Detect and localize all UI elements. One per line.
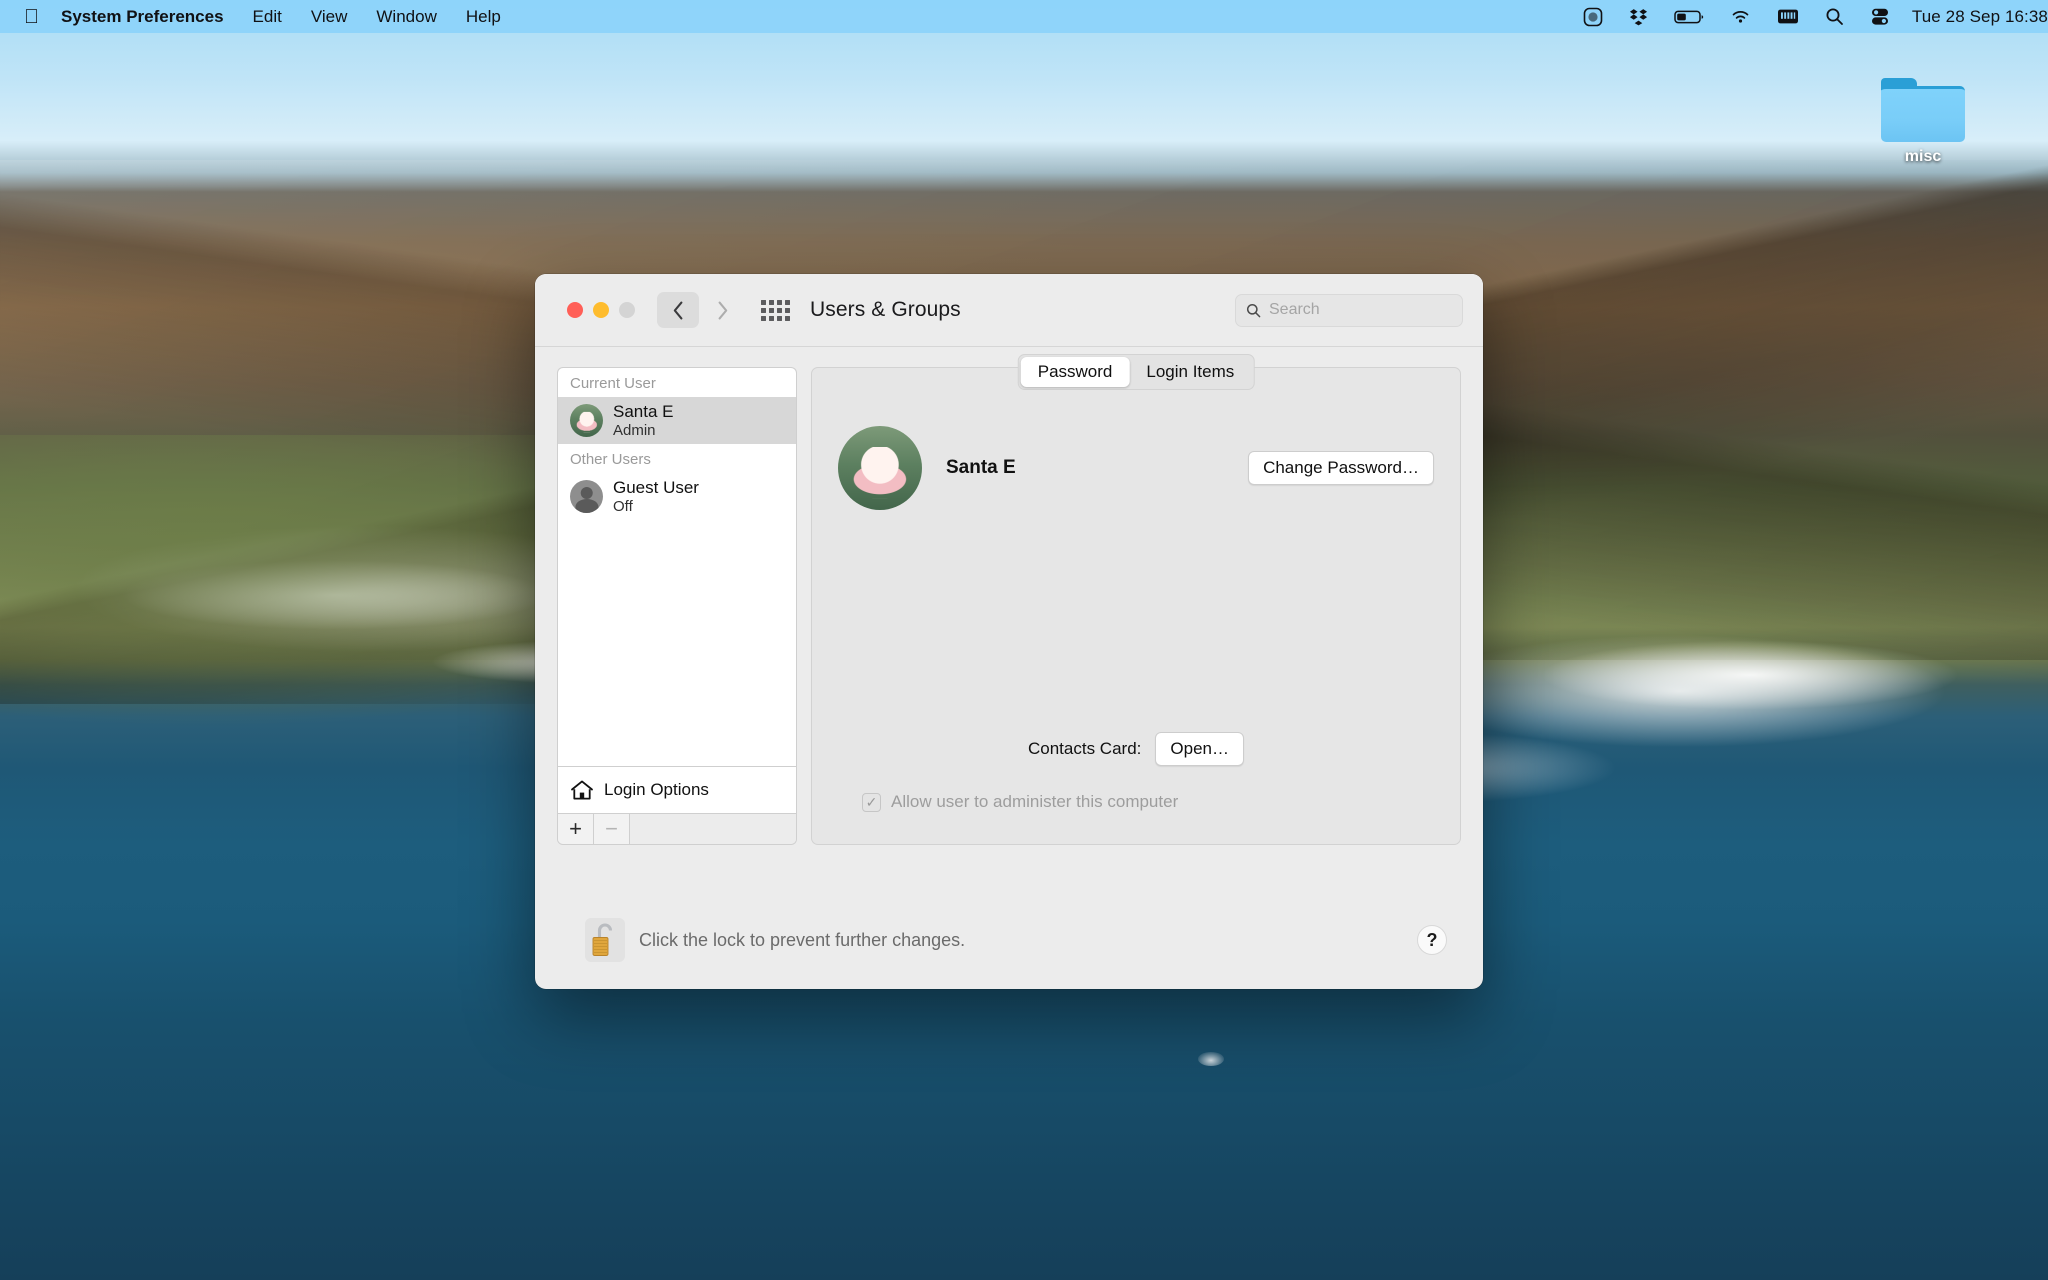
sidebar-item-guest-user[interactable]: Guest User Off (558, 473, 796, 520)
search-icon (1246, 303, 1261, 318)
sidebar-toolbar: + − (557, 814, 797, 845)
sidebar-item-santa-e[interactable]: Santa E Admin (558, 397, 796, 444)
sidebar-group-header-current-user: Current User (558, 368, 796, 397)
desktop-folder-label: misc (1905, 148, 1941, 166)
minimize-button[interactable] (593, 302, 609, 318)
lotus-avatar (570, 404, 603, 437)
users-list: Current User Santa E Admin Other Users (557, 367, 797, 766)
sidebar-user-name: Guest User (613, 478, 699, 498)
lotus-petals (573, 412, 599, 432)
remove-user-button: − (594, 814, 630, 844)
desktop-folder-misc[interactable]: misc (1868, 78, 1978, 166)
user-full-name: Santa E (946, 457, 1016, 479)
guest-silhouette-avatar (570, 480, 603, 513)
zoom-button[interactable] (619, 302, 635, 318)
wifi-icon[interactable] (1730, 9, 1751, 25)
user-header-row: Santa E Change Password… (838, 426, 1434, 510)
boat (1198, 1052, 1224, 1066)
battery-icon[interactable] (1674, 9, 1704, 25)
menu-item-help[interactable]: Help (466, 7, 501, 27)
administer-computer-row: ✓ Allow user to administer this computer (862, 792, 1178, 812)
cloud (1540, 640, 1960, 710)
folder-body (1881, 86, 1965, 142)
sidebar-user-role: Admin (613, 422, 674, 440)
close-button[interactable] (567, 302, 583, 318)
search-placeholder: Search (1269, 301, 1320, 319)
sidebar-user-name: Santa E (613, 402, 674, 422)
traffic-lights (567, 302, 635, 318)
chevron-right-icon (717, 301, 728, 320)
window-footer: Click the lock to prevent further change… (535, 891, 1483, 989)
open-contacts-card-button[interactable]: Open… (1155, 732, 1244, 766)
lock-button[interactable]: Click the lock to prevent further change… (585, 918, 965, 962)
users-and-groups-window: Users & Groups Search Current User Santa (535, 274, 1483, 989)
chevron-left-icon (673, 301, 684, 320)
unlocked-padlock-icon (585, 918, 625, 962)
tab-password[interactable]: Password (1021, 357, 1130, 387)
folder-icon (1881, 78, 1965, 142)
keyboard-input-icon[interactable] (1777, 8, 1799, 25)
sidebar-user-role: Off (613, 498, 699, 516)
cloud (120, 560, 550, 630)
menu-item-view[interactable]: View (311, 7, 348, 27)
help-button[interactable]: ? (1417, 925, 1447, 955)
password-panel: Password Login Items Santa E Change Pass… (811, 367, 1461, 845)
home-icon (570, 779, 594, 801)
forward-button[interactable] (701, 292, 743, 328)
login-options-label: Login Options (604, 780, 709, 800)
contacts-card-row: Contacts Card: Open… (812, 732, 1460, 766)
administer-checkbox-label: Allow user to administer this computer (891, 792, 1178, 812)
search-input[interactable]: Search (1235, 294, 1463, 327)
padlock-shape (590, 919, 620, 959)
sidebar-user-text: Guest User Off (613, 478, 699, 516)
apple-logo-icon[interactable]:  (24, 7, 39, 27)
sidebar-toolbar-filler (630, 814, 796, 844)
add-user-button[interactable]: + (558, 814, 594, 844)
change-password-button[interactable]: Change Password… (1248, 451, 1434, 485)
dropbox-icon[interactable] (1629, 7, 1648, 26)
menu-bar:  System Preferences Edit View Window He… (0, 0, 2048, 33)
users-sidebar: Current User Santa E Admin Other Users (557, 367, 797, 845)
navigation-buttons (657, 292, 743, 328)
contacts-card-label: Contacts Card: (1028, 739, 1141, 759)
sidebar-user-text: Santa E Admin (613, 402, 674, 440)
window-title: Users & Groups (810, 298, 961, 322)
menu-item-system-preferences[interactable]: System Preferences (61, 7, 224, 27)
show-all-grid-icon[interactable] (761, 300, 790, 321)
menu-item-window[interactable]: Window (376, 7, 436, 27)
administer-checkbox: ✓ (862, 793, 881, 812)
menubar-clock[interactable]: Tue 28 Sep 16:38 (1912, 7, 2048, 27)
avatar-head (580, 487, 593, 500)
spotlight-search-icon[interactable] (1825, 7, 1844, 26)
sidebar-group-header-other-users: Other Users (558, 444, 796, 473)
back-button[interactable] (657, 292, 699, 328)
avatar-torso (575, 499, 598, 513)
tab-login-items[interactable]: Login Items (1129, 357, 1251, 387)
control-center-icon[interactable] (1870, 7, 1890, 26)
window-body: Current User Santa E Admin Other Users (535, 347, 1483, 845)
menubar-status-area (1583, 7, 1890, 27)
menu-item-edit[interactable]: Edit (253, 7, 282, 27)
user-lotus-avatar[interactable] (838, 426, 922, 510)
lotus-petals (846, 447, 913, 499)
sidebar-item-login-options[interactable]: Login Options (557, 766, 797, 814)
lock-message: Click the lock to prevent further change… (639, 930, 965, 951)
window-toolbar: Users & Groups Search (535, 274, 1483, 347)
screen-recording-icon[interactable] (1583, 7, 1603, 27)
panel-tabs: Password Login Items (1018, 354, 1255, 390)
